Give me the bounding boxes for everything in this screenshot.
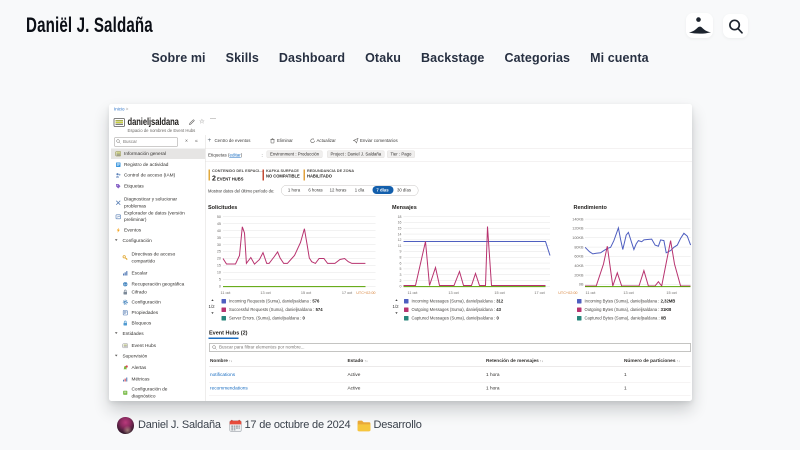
svg-text:13 oct: 13 oct bbox=[448, 291, 459, 295]
svg-text:30: 30 bbox=[217, 243, 221, 247]
svg-text:UTC+02:00: UTC+02:00 bbox=[558, 291, 577, 295]
svg-text:16: 16 bbox=[398, 221, 402, 225]
svg-text:13 oct: 13 oct bbox=[623, 291, 634, 295]
svg-text:14: 14 bbox=[398, 232, 402, 236]
svg-text:15: 15 bbox=[398, 226, 402, 230]
svg-text:120KB: 120KB bbox=[572, 227, 584, 231]
svg-text:0: 0 bbox=[400, 285, 402, 289]
svg-text:40: 40 bbox=[217, 229, 221, 233]
svg-text:17 oct: 17 oct bbox=[342, 291, 353, 295]
svg-text:20: 20 bbox=[217, 257, 221, 261]
svg-text:11 oct: 11 oct bbox=[221, 291, 232, 295]
svg-text:80KB: 80KB bbox=[574, 245, 584, 249]
svg-text:18: 18 bbox=[398, 215, 402, 219]
svg-text:11 oct: 11 oct bbox=[586, 291, 597, 295]
svg-text:11 oct: 11 oct bbox=[408, 291, 419, 295]
svg-text:UTC+02:00: UTC+02:00 bbox=[356, 291, 375, 295]
svg-text:20KB: 20KB bbox=[574, 273, 584, 277]
svg-text:9: 9 bbox=[400, 250, 402, 254]
svg-text:11: 11 bbox=[398, 244, 402, 248]
svg-text:5: 5 bbox=[400, 267, 402, 271]
svg-text:13 oct: 13 oct bbox=[260, 291, 271, 295]
svg-text:100KB: 100KB bbox=[572, 236, 584, 240]
svg-text:45: 45 bbox=[217, 222, 221, 226]
svg-text:6: 6 bbox=[400, 261, 402, 265]
svg-text:0B: 0B bbox=[579, 283, 584, 287]
svg-text:15 oct: 15 oct bbox=[301, 291, 312, 295]
svg-text:3: 3 bbox=[400, 273, 402, 277]
svg-text:17 oct: 17 oct bbox=[534, 291, 545, 295]
svg-text:5: 5 bbox=[219, 278, 221, 282]
svg-text:0: 0 bbox=[219, 285, 221, 289]
svg-text:140KB: 140KB bbox=[572, 217, 584, 221]
svg-text:35: 35 bbox=[217, 236, 221, 240]
svg-text:15 oct: 15 oct bbox=[666, 291, 677, 295]
svg-text:60KB: 60KB bbox=[574, 255, 584, 259]
svg-text:2: 2 bbox=[400, 279, 402, 283]
svg-text:15: 15 bbox=[217, 264, 221, 268]
svg-text:8: 8 bbox=[400, 256, 402, 260]
svg-text:10: 10 bbox=[217, 271, 221, 275]
svg-text:40KB: 40KB bbox=[574, 264, 584, 268]
svg-text:15 oct: 15 oct bbox=[494, 291, 505, 295]
svg-text:12: 12 bbox=[398, 238, 402, 242]
svg-text:50: 50 bbox=[217, 215, 221, 219]
svg-text:25: 25 bbox=[217, 250, 221, 254]
